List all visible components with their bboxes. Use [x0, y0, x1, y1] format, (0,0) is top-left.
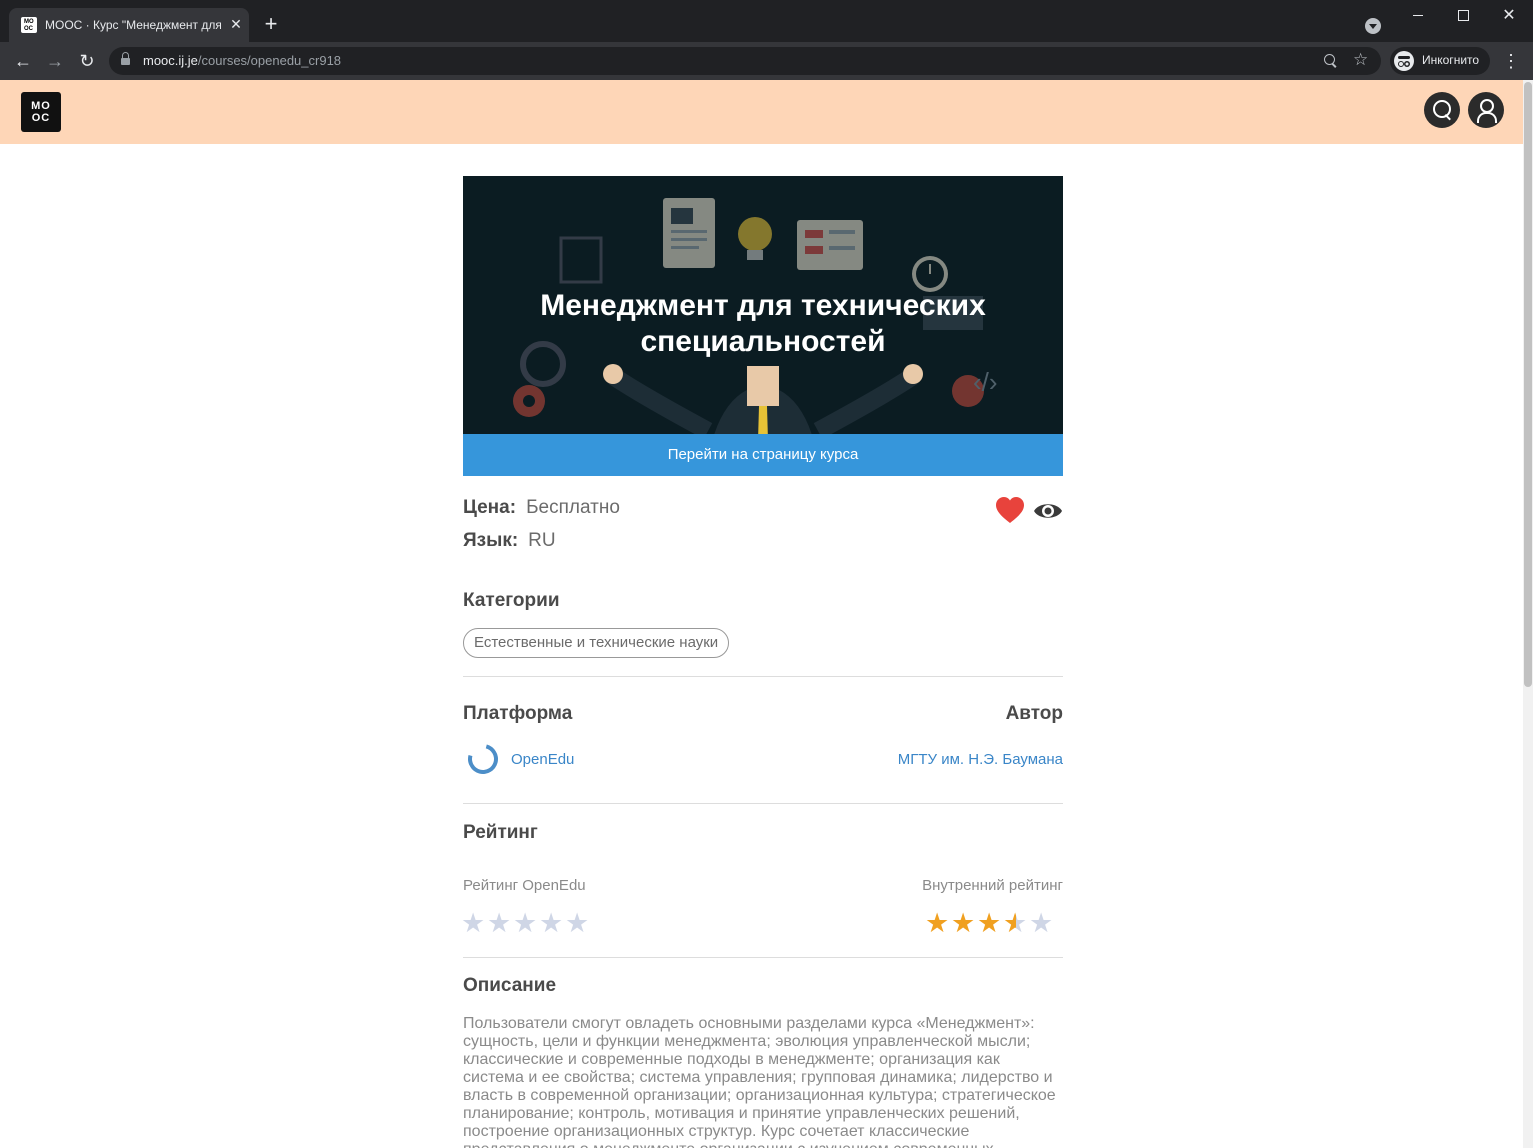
reload-icon[interactable]: ↻ [75, 49, 99, 73]
rating-star-icon: ★ [513, 908, 540, 938]
openedu-logo-icon [462, 738, 504, 780]
browser-menu-icon[interactable]: ⋮ [1499, 48, 1523, 74]
lock-icon[interactable] [121, 52, 130, 66]
browser-tabbar: MO OC MOOC · Курс "Менеджмент для ✕ + ✕ [0, 0, 1533, 42]
platform-rating-label: Рейтинг OpenEdu [463, 877, 586, 894]
rating-star-icon[interactable]: ★ [925, 908, 951, 938]
price-label: Цена: [463, 497, 517, 518]
rating-star-icon[interactable]: ★ [1029, 908, 1055, 938]
price-row: Цена: Бесплатно [463, 497, 620, 519]
site-header: MO OC [0, 80, 1523, 144]
language-value: RU [528, 530, 556, 551]
bookmark-star-icon[interactable]: ☆ [1353, 50, 1368, 70]
search-icon[interactable] [1424, 92, 1460, 128]
rating-star-icon[interactable]: ★ [1003, 908, 1029, 938]
divider [463, 957, 1063, 958]
go-to-course-button[interactable]: Перейти на страницу курса [463, 434, 1063, 476]
course-description: Пользователи смогут овладеть основными р… [463, 1015, 1056, 1148]
browser-tab[interactable]: MO OC MOOC · Курс "Менеджмент для ✕ [9, 8, 249, 42]
url-text[interactable]: mooc.ij.je/courses/openedu_cr918 [143, 53, 341, 68]
browser-toolbar: ← → ↻ mooc.ij.je/courses/openedu_cr918 ☆… [0, 42, 1533, 80]
new-tab-button[interactable]: + [259, 13, 283, 37]
language-label: Язык: [463, 530, 519, 551]
user-profile-icon[interactable] [1468, 92, 1504, 128]
back-arrow-icon[interactable]: ← [11, 49, 35, 73]
rating-star-icon: ★ [487, 908, 514, 938]
svg-text:‹/›: ‹/› [973, 367, 998, 397]
internal-rating-label: Внутренний рейтинг [922, 877, 1063, 894]
course-hero-banner: ‹/› Менеджмент для технических специальн… [463, 176, 1063, 476]
page-scrollbar[interactable] [1523, 80, 1533, 1148]
zoom-icon[interactable] [1323, 53, 1339, 69]
internal-rating-stars[interactable]: ★★★★★ [925, 908, 1055, 938]
platform-heading: Платформа [463, 703, 573, 724]
course-title: Менеджмент для технических специальносте… [540, 289, 986, 358]
description-heading: Описание [463, 975, 557, 996]
favorite-heart-icon[interactable] [995, 496, 1025, 524]
site-logo[interactable]: MO OC [21, 92, 61, 132]
window-close-button[interactable]: ✕ [1486, 0, 1532, 32]
platform-link[interactable]: OpenEdu [511, 751, 574, 768]
author-link[interactable]: МГТУ им. Н.Э. Баумана [813, 751, 1063, 768]
scrollbar-thumb[interactable] [1524, 82, 1532, 687]
divider [463, 803, 1063, 804]
rating-heading: Рейтинг [463, 822, 538, 843]
incognito-badge[interactable]: Инкогнито [1390, 47, 1490, 75]
categories-heading: Категории [463, 590, 560, 611]
rating-star-icon: ★ [565, 908, 592, 938]
watch-eye-icon[interactable] [1033, 500, 1063, 522]
category-chip[interactable]: Естественные и технические науки [463, 628, 730, 658]
language-row: Язык: RU [463, 530, 556, 552]
address-bar[interactable]: mooc.ij.je/courses/openedu_cr918 ☆ [109, 47, 1381, 75]
platform-rating-stars: ★★★★★ [461, 908, 591, 938]
divider [463, 676, 1063, 677]
rating-star-icon: ★ [461, 908, 488, 938]
rating-star-icon[interactable]: ★ [977, 908, 1003, 938]
incognito-icon [1394, 51, 1414, 71]
rating-star-icon[interactable]: ★ [951, 908, 977, 938]
tab-close-icon[interactable]: ✕ [227, 15, 245, 33]
incognito-label: Инкогнито [1422, 53, 1480, 67]
mooc-favicon-icon: MO OC [21, 17, 37, 33]
rating-star-icon: ★ [539, 908, 566, 938]
page-viewport: MO OC ‹/› Менеджмент для технических спе… [0, 80, 1533, 1148]
window-maximize-button[interactable] [1440, 0, 1486, 32]
price-value: Бесплатно [526, 497, 620, 518]
tab-search-icon[interactable] [1365, 18, 1381, 34]
author-heading: Автор [1005, 703, 1063, 724]
window-minimize-button[interactable] [1395, 0, 1441, 32]
tab-title: MOOC · Курс "Менеджмент для [45, 18, 221, 32]
forward-arrow-icon[interactable]: → [43, 49, 67, 73]
